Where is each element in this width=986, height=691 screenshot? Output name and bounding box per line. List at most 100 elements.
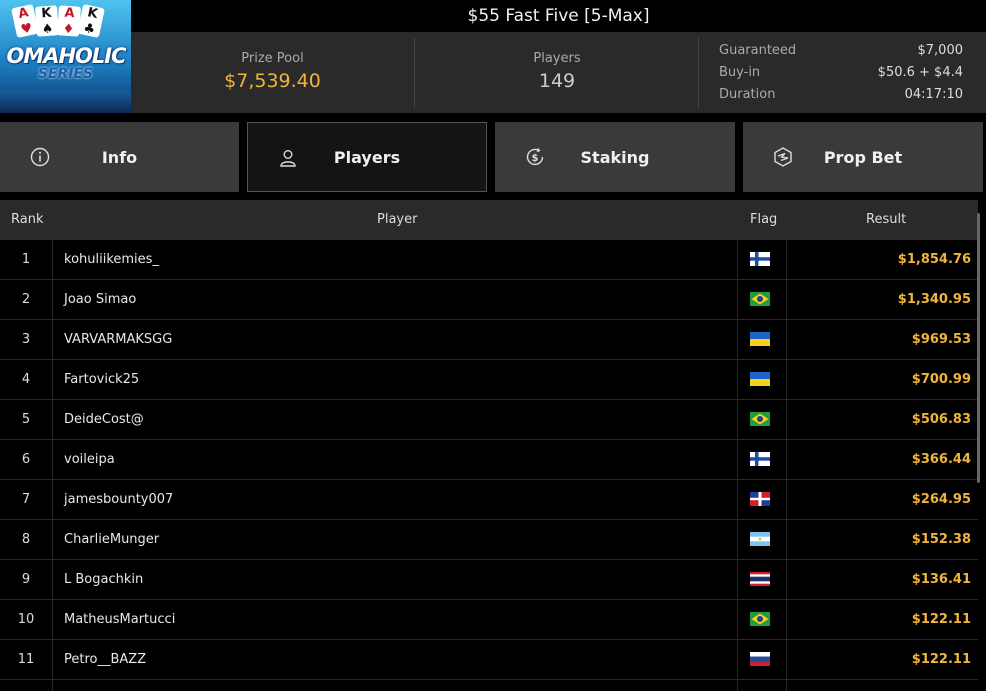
hexagon-bolt-icon	[774, 147, 792, 167]
tournament-details: Guaranteed $7,000 Buy-in $50.6 + $4.4 Du…	[719, 42, 963, 108]
row-player-name[interactable]: kohuliikemies_	[64, 240, 159, 280]
row-result: $1,340.95	[897, 292, 971, 307]
row-flag-cell	[737, 520, 786, 560]
row-player-name[interactable]: DeideCost@	[64, 400, 144, 440]
row-rank: 1	[21, 252, 31, 267]
table-row[interactable]: 5 DeideCost@ $506.83	[0, 400, 978, 440]
row-flag-cell	[737, 600, 786, 640]
prize-pool-label: Prize Pool	[241, 51, 304, 66]
stats-bar: Prize Pool $7,539.40 Players 149 Guarant…	[131, 32, 986, 113]
tab-info[interactable]: Info	[0, 122, 239, 192]
row-player-name[interactable]: voileipa	[64, 440, 115, 480]
table-row[interactable]: 1 kohuliikemies_ $1,854.76	[0, 240, 978, 280]
row-flag-cell	[737, 360, 786, 400]
col-flag[interactable]: Flag	[750, 212, 777, 227]
brazil-flag-icon	[750, 612, 770, 626]
row-rank: 9	[21, 572, 31, 587]
dominican-republic-flag-icon	[750, 492, 770, 506]
thailand-flag-icon	[750, 572, 770, 586]
prize-pool-value: $7,539.40	[224, 70, 321, 92]
tab-prop-bet[interactable]: Prop Bet	[743, 122, 983, 192]
row-player-name[interactable]: CharlieMunger	[64, 520, 159, 560]
row-player-name[interactable]: VARVARMAKSGG	[64, 320, 172, 360]
row-flag-cell	[737, 640, 786, 680]
row-flag-cell	[737, 480, 786, 520]
finland-flag-icon	[750, 452, 770, 466]
col-rank[interactable]: Rank	[11, 212, 43, 227]
prize-pool: Prize Pool $7,539.40	[131, 32, 414, 113]
row-rank: 4	[21, 372, 31, 387]
row-rank: 5	[21, 412, 31, 427]
table-row[interactable]: 6 voileipa $366.44	[0, 440, 978, 480]
detail-duration: Duration 04:17:10	[719, 87, 963, 102]
row-result: $152.38	[911, 532, 971, 547]
ukraine-flag-icon	[750, 332, 770, 346]
players-table-body: 1 kohuliikemies_ $1,854.76 2 Joao Simao $1,34…	[0, 240, 978, 680]
row-rank: 2	[21, 292, 31, 307]
players-label: Players	[533, 51, 581, 66]
scrollbar[interactable]	[977, 213, 980, 483]
table-row[interactable]: 10 MatheusMartucci $122.11	[0, 600, 978, 640]
row-rank: 11	[17, 652, 35, 667]
finland-flag-icon	[750, 252, 770, 266]
table-row[interactable]: 11 Petro__BAZZ $122.11	[0, 640, 978, 680]
table-row[interactable]: 9 L Bogachkin $136.41	[0, 560, 978, 600]
detail-guaranteed: Guaranteed $7,000	[719, 43, 963, 58]
brazil-flag-icon	[750, 292, 770, 306]
row-flag-cell	[737, 240, 786, 280]
table-row[interactable]: 4 Fartovick25 $700.99	[0, 360, 978, 400]
russia-flag-icon	[750, 652, 770, 666]
row-rank: 7	[21, 492, 31, 507]
col-result[interactable]: Result	[866, 212, 906, 227]
row-rank: 8	[21, 532, 31, 547]
table-row[interactable]: 3 VARVARMAKSGG $969.53	[0, 320, 978, 360]
row-player-name[interactable]: jamesbounty007	[64, 480, 173, 520]
row-result: $506.83	[911, 412, 971, 427]
brazil-flag-icon	[750, 412, 770, 426]
logo-base	[0, 91, 131, 113]
omaholic-series-logo: A ♥ K ♠ A ♦ K ♣ OMAHOLIC SERIES	[0, 0, 131, 113]
row-player-name[interactable]: L Bogachkin	[64, 560, 143, 600]
row-result: $122.11	[911, 612, 971, 627]
table-row[interactable]: 7 jamesbounty007 $264.95	[0, 480, 978, 520]
detail-buy-in: Buy-in $50.6 + $4.4	[719, 65, 963, 80]
col-player[interactable]: Player	[377, 212, 417, 227]
row-rank: 3	[21, 332, 31, 347]
players-table-header: Rank Player Flag Result	[0, 200, 978, 240]
dollar-circle-icon: $	[526, 148, 544, 166]
info-circle-icon	[30, 147, 50, 167]
row-rank: 6	[21, 452, 31, 467]
card-king-clubs: K ♣	[77, 4, 105, 38]
row-flag-cell	[737, 560, 786, 600]
tab-players[interactable]: Players	[247, 122, 487, 192]
players-count: Players 149	[415, 32, 699, 113]
row-player-name[interactable]: Petro__BAZZ	[64, 640, 146, 680]
row-flag-cell	[737, 280, 786, 320]
logo-wordmark: OMAHOLIC	[6, 44, 126, 68]
table-row[interactable]: 2 Joao Simao $1,340.95	[0, 280, 978, 320]
logo-series: SERIES	[37, 66, 94, 82]
row-rank: 10	[17, 612, 35, 627]
row-player-name[interactable]: MatheusMartucci	[64, 600, 175, 640]
row-result: $700.99	[911, 372, 971, 387]
row-flag-cell	[737, 440, 786, 480]
row-flag-cell	[737, 400, 786, 440]
svg-text:$: $	[532, 153, 539, 164]
row-player-name[interactable]: Joao Simao	[64, 280, 136, 320]
tab-bar: Info Players $ Staking Prop Bet	[0, 122, 986, 192]
row-result: $969.53	[911, 332, 971, 347]
row-flag-cell	[737, 320, 786, 360]
row-result: $264.95	[911, 492, 971, 507]
ukraine-flag-icon	[750, 372, 770, 386]
row-result: $136.41	[911, 572, 971, 587]
table-row[interactable]: 8 CharlieMunger $152.38	[0, 520, 978, 560]
divider	[698, 38, 699, 108]
user-icon	[280, 150, 296, 167]
row-result: $1,854.76	[897, 252, 971, 267]
tab-staking[interactable]: $ Staking	[495, 122, 735, 192]
row-result: $366.44	[911, 452, 971, 467]
row-player-name[interactable]: Fartovick25	[64, 360, 139, 400]
card-king-spades: K ♠	[34, 5, 60, 37]
row-result: $122.11	[911, 652, 971, 667]
players-value: 149	[538, 70, 576, 92]
